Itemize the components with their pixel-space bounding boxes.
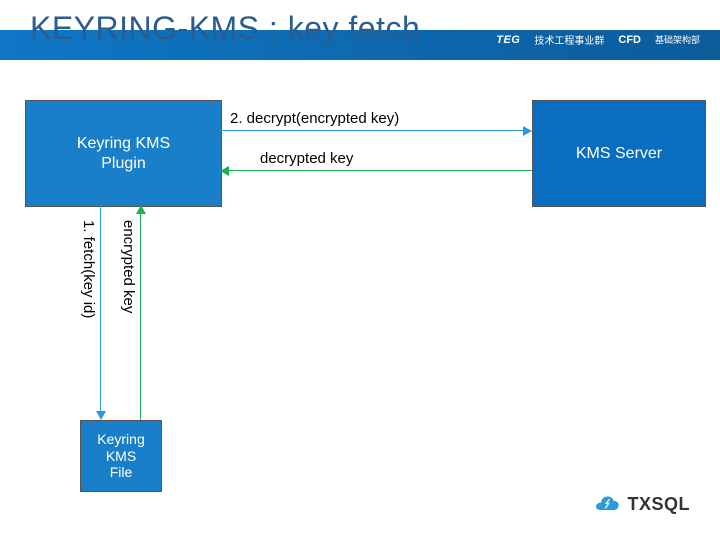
txsql-text: TXSQL: [627, 494, 690, 515]
keyring-plugin-node: Keyring KMS Plugin: [25, 100, 222, 207]
keyring-file-label: Keyring KMS File: [97, 431, 144, 481]
page-title: KEYRING-KMS : key fetch: [30, 10, 420, 47]
txsql-logo: TXSQL: [593, 494, 690, 515]
keyring-file-node: Keyring KMS File: [80, 420, 162, 492]
fetch-response-label: encrypted key: [120, 220, 137, 313]
cfd-cn-text: 基础架构部: [655, 33, 700, 46]
keyring-plugin-label: Keyring KMS Plugin: [77, 134, 170, 172]
decrypt-request-label: 2. decrypt(encrypted key): [230, 110, 399, 127]
kms-server-label: KMS Server: [576, 144, 662, 163]
cfd-logo-text: CFD: [618, 34, 641, 46]
teg-logo-text: TEG: [496, 34, 520, 46]
fetch-request-label: 1. fetch(key id): [80, 220, 97, 318]
kms-server-node: KMS Server: [532, 100, 706, 207]
cloud-icon: [593, 495, 621, 515]
header-logos: TEG 技术工程事业群 CFD 基础架构部: [496, 32, 700, 47]
decrypt-response-label: decrypted key: [260, 150, 353, 167]
teg-cn-text: 技术工程事业群: [534, 32, 604, 47]
